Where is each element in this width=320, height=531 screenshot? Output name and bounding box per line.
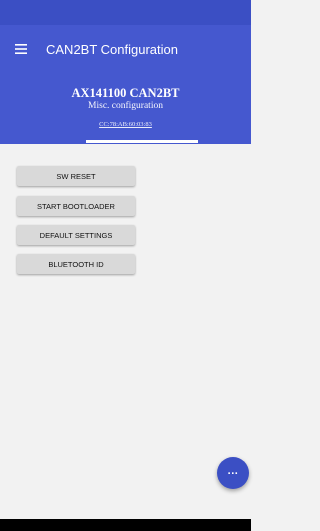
more-options-fab[interactable]: ...	[217, 457, 249, 489]
status-bar	[0, 0, 251, 25]
app-bar: CAN2BT Configuration	[0, 25, 251, 73]
default-settings-button[interactable]: DEFAULT SETTINGS	[17, 225, 135, 245]
device-name: AX141100 CAN2BT	[71, 86, 180, 100]
more-icon: ...	[227, 465, 239, 477]
start-bootloader-button[interactable]: START BOOTLOADER	[17, 196, 135, 216]
menu-button[interactable]	[8, 25, 34, 73]
sw-reset-button[interactable]: SW RESET	[17, 166, 135, 186]
device-mac-address: CC:78:AB:60:03:83	[99, 121, 152, 128]
app-title: CAN2BT Configuration	[46, 41, 178, 57]
tab-indicator	[86, 140, 198, 143]
device-header: AX141100 CAN2BT Misc. configuration CC:7…	[0, 73, 251, 144]
menu-icon	[15, 44, 27, 54]
device-subtitle: Misc. configuration	[88, 101, 163, 111]
bluetooth-id-button[interactable]: BLUETOOTH ID	[17, 254, 135, 274]
navigation-bar	[0, 519, 251, 531]
